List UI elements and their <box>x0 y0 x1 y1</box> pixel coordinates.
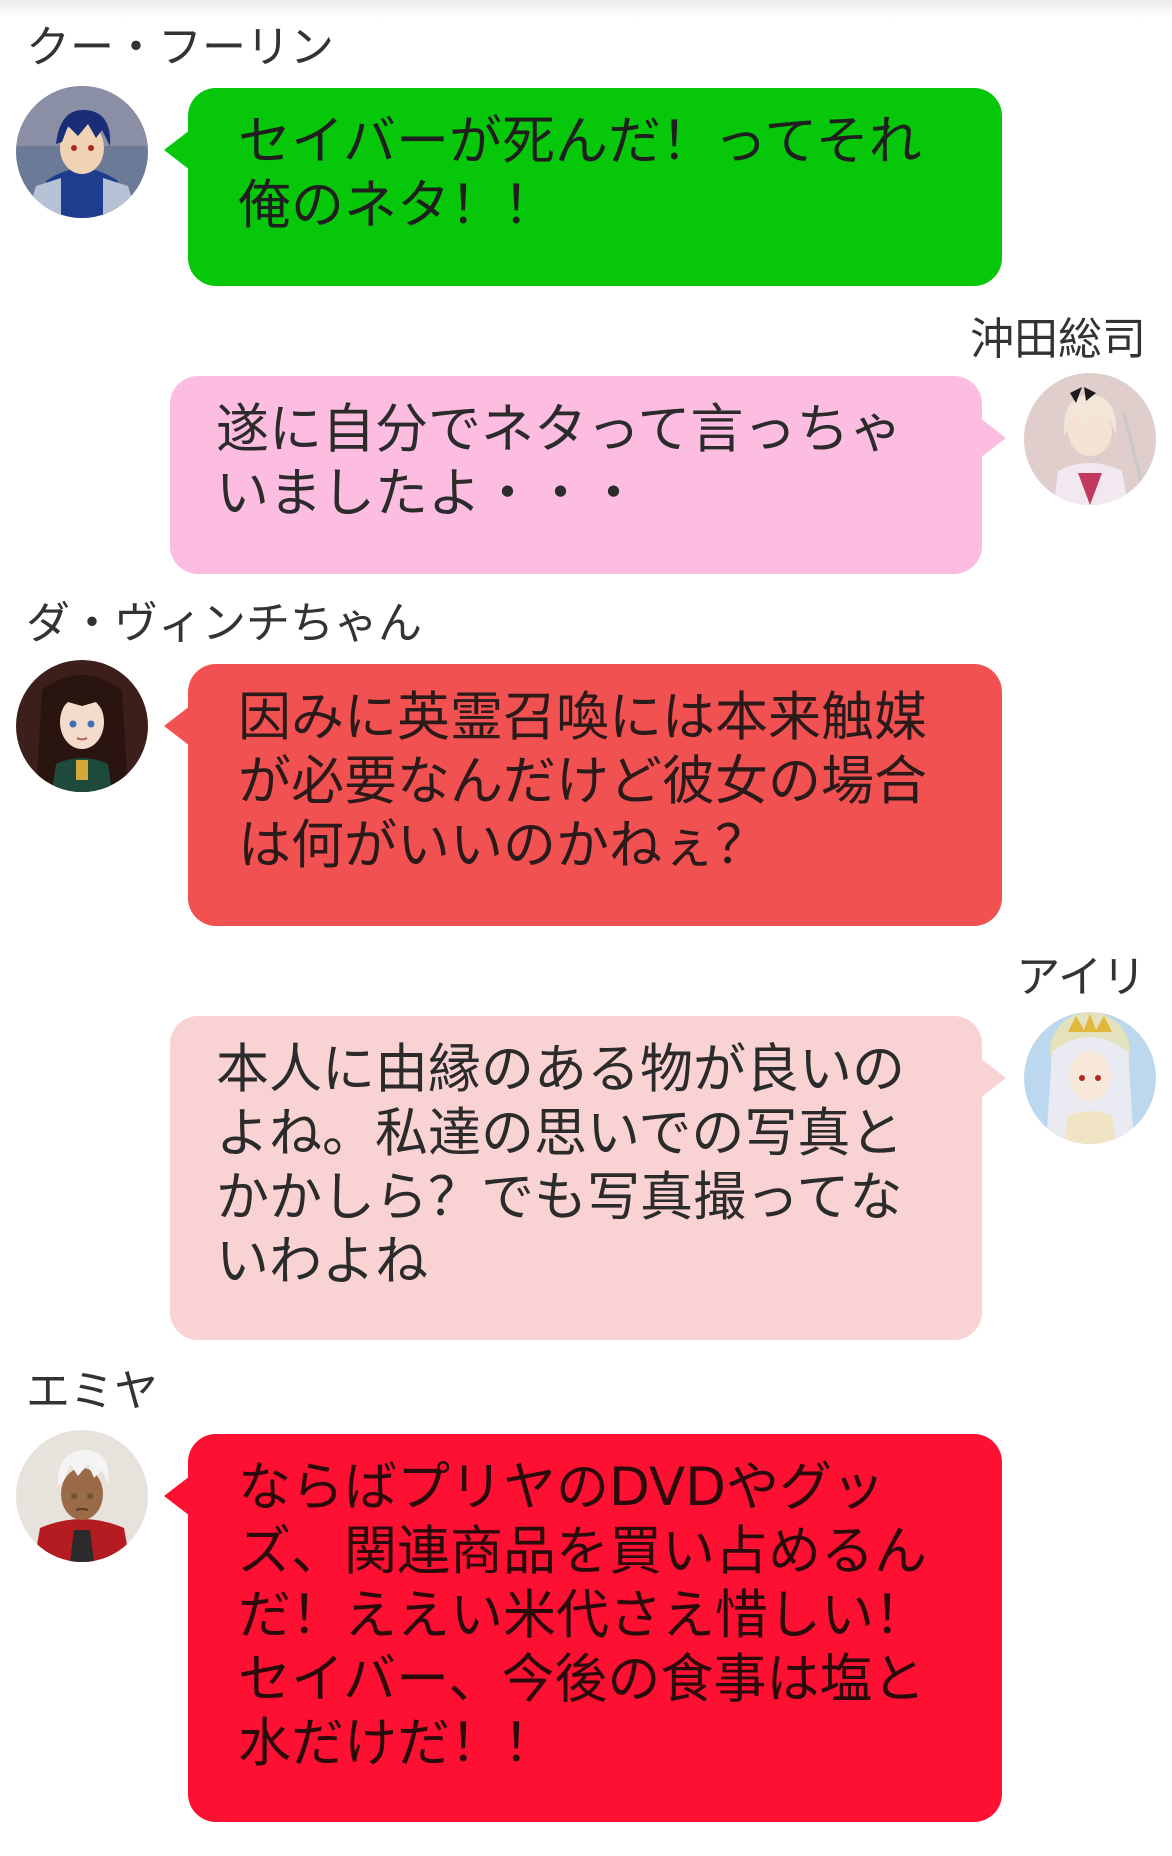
message-bubble[interactable]: セイバーが死んだ！ってそれ 俺のネタ！！ <box>164 88 1002 286</box>
blue-knight-avatar[interactable] <box>16 86 148 218</box>
silver-haired-woman-avatar[interactable] <box>1024 1012 1156 1144</box>
bubble-tail <box>164 130 190 170</box>
bubble-tail <box>980 1058 1006 1098</box>
bubble-tail <box>164 706 190 746</box>
message-text: 遂に自分でネタって言っちゃ いましたよ・・・ <box>216 399 903 524</box>
sender-name: エミヤ <box>26 1366 158 1417</box>
bubble-tail <box>980 418 1006 458</box>
message-text: セイバーが死んだ！ってそれ 俺のネタ！！ <box>238 111 922 236</box>
sender-name: クー・フーリン <box>26 22 334 73</box>
status-bar-shadow <box>0 0 1172 18</box>
message-text: 因みに英霊召喚には本来触媒 が必要なんだけど彼女の場合 は何がいいのかねぇ？ <box>238 687 927 876</box>
bubble-tail <box>164 1476 190 1516</box>
message-text: 本人に由縁のある物が良いの よね。私達の思いでの写真と かかしら？でも写真撮って… <box>216 1039 905 1292</box>
sender-name: 沖田総司 <box>970 314 1146 365</box>
message-bubble[interactable]: 因みに英霊召喚には本来触媒 が必要なんだけど彼女の場合 は何がいいのかねぇ？ <box>164 664 1002 926</box>
white-haired-girl-avatar[interactable] <box>1024 373 1156 505</box>
message-bubble[interactable]: ならばプリヤのDVDやグッ ズ、関連商品を買い占めるん だ！ええい米代さえ惜しい… <box>164 1434 1002 1822</box>
white-haired-man-avatar[interactable] <box>16 1430 148 1562</box>
sender-name: ダ・ヴィンチちゃん <box>26 598 422 649</box>
dark-haired-woman-avatar[interactable] <box>16 660 148 792</box>
message-bubble[interactable]: 本人に由縁のある物が良いの よね。私達の思いでの写真と かかしら？でも写真撮って… <box>170 1016 1006 1340</box>
sender-name: アイリ <box>1016 952 1146 1003</box>
message-bubble[interactable]: 遂に自分でネタって言っちゃ いましたよ・・・ <box>170 376 1006 574</box>
message-text: ならばプリヤのDVDやグッ ズ、関連商品を買い占めるん だ！ええい米代さえ惜しい… <box>238 1457 927 1774</box>
